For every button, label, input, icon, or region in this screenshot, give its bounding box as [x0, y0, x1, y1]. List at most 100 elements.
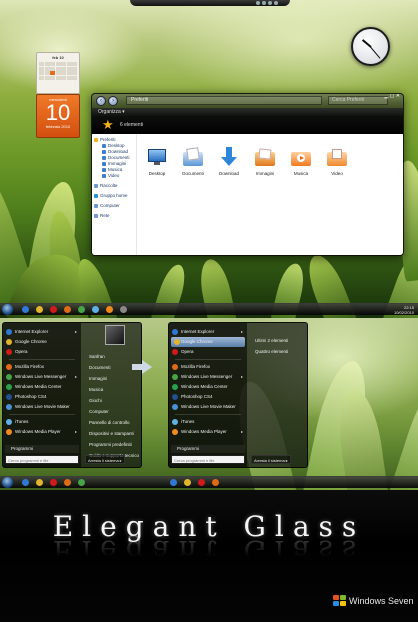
start-menu-item[interactable]: Windows Media Center: [169, 382, 247, 392]
opera-taskbar-icon[interactable]: [50, 306, 57, 313]
windows-seven-brand: Windows Seven: [349, 596, 414, 606]
start-orb-bottom[interactable]: [2, 477, 13, 488]
opera-taskbar-icon[interactable]: [50, 479, 57, 486]
all-programs-button[interactable]: Programmi: [5, 445, 79, 453]
start-menu-item[interactable]: Opera: [3, 347, 81, 357]
calendar-gadget[interactable]: feb 10 mercoledì 10 febbraio 2010: [36, 52, 80, 138]
folder-icon: [102, 155, 106, 160]
ie-taskbar-icon-2[interactable]: [170, 479, 177, 486]
start-menu-place[interactable]: Pannello di controllo: [83, 417, 143, 428]
start-menu-item[interactable]: Mozilla Firefox: [169, 362, 247, 372]
file-item[interactable]: Immagini: [250, 146, 280, 176]
explorer-taskbar-icon[interactable]: [120, 306, 127, 313]
nav-item[interactable]: Gruppo home: [94, 193, 134, 199]
start-orb[interactable]: [2, 304, 13, 315]
itunes-taskbar-icon[interactable]: [92, 306, 99, 313]
file-item[interactable]: Musica: [286, 146, 316, 176]
start-menu-item-label: Mozilla Firefox: [15, 364, 45, 369]
start-search-input[interactable]: Cerca programmi e file: [5, 455, 79, 464]
ie-taskbar-icon[interactable]: [22, 306, 29, 313]
messenger-taskbar-icon[interactable]: [78, 306, 85, 313]
start-menu-place[interactable]: Dispositivi e stampanti: [83, 428, 143, 439]
messenger-taskbar-icon[interactable]: [78, 479, 85, 486]
start-menu-place[interactable]: Musica: [83, 384, 143, 395]
start-menu-item-label: Windows Live Messenger: [181, 374, 233, 379]
start-menu-item-label: Google Chrome: [15, 339, 47, 344]
desktop-icon: [145, 146, 169, 168]
menu-separator: [9, 414, 75, 415]
start-menu-item-label: Photoshop CS4: [15, 394, 47, 399]
start-menu-item[interactable]: Windows Media Center: [3, 382, 81, 392]
file-item[interactable]: Download: [214, 146, 244, 176]
start-menu-place[interactable]: Computer: [83, 406, 143, 417]
chrome-taskbar-icon[interactable]: [36, 479, 43, 486]
clock-tray[interactable]: 22:15 10/02/2010: [394, 305, 414, 315]
file-item[interactable]: Desktop: [142, 146, 172, 176]
firefox-taskbar-icon[interactable]: [64, 306, 71, 313]
clock-gadget[interactable]: [351, 27, 390, 66]
start-menu-item[interactable]: Windows Live Movie Maker: [3, 402, 81, 412]
nav-item[interactable]: Raccolte: [94, 183, 134, 189]
start-menu-item[interactable]: Photoshop CS4: [3, 392, 81, 402]
start-menu-place[interactable]: Immagini: [83, 373, 143, 384]
start-menu-item[interactable]: Windows Live Movie Maker: [169, 402, 247, 412]
media-player-taskbar-icon[interactable]: [106, 306, 113, 313]
nav-item[interactable]: Rete: [94, 213, 134, 219]
nav-item-label: Computer: [100, 203, 120, 208]
organize-menu[interactable]: Organizza ▾: [98, 109, 125, 115]
window-controls[interactable]: ▁ ▢ ✕: [384, 94, 400, 99]
start-menu-item-label: Windows Media Player: [181, 429, 227, 434]
jumplist-item[interactable]: Ultimi 2 elementi: [249, 335, 309, 346]
file-item[interactable]: Documenti: [178, 146, 208, 176]
shutdown-button[interactable]: Arresta il sistema ▸: [85, 455, 125, 464]
ie-taskbar-icon[interactable]: [22, 479, 29, 486]
opera-taskbar-icon-2[interactable]: [198, 479, 205, 486]
chrome-taskbar-icon-2[interactable]: [184, 479, 191, 486]
start-menu-item-label: Mozilla Firefox: [181, 364, 211, 369]
start-menu-item[interactable]: Windows Live Messenger ▸: [3, 372, 81, 382]
forward-button[interactable]: ›: [108, 96, 118, 106]
address-bar[interactable]: Preferiti: [126, 96, 322, 105]
nav-item[interactable]: Video: [94, 173, 134, 179]
start-menu-item[interactable]: iTunes: [3, 417, 81, 427]
app-icon: [172, 419, 178, 425]
explorer-titlebar[interactable]: ‹ › Preferiti Cerca Preferiti ▁ ▢ ✕: [92, 94, 403, 108]
start-menu-item[interactable]: Windows Media Player ▸: [169, 427, 247, 437]
start-menu-item[interactable]: iTunes: [169, 417, 247, 427]
firefox-taskbar-icon[interactable]: [64, 479, 71, 486]
explorer-window[interactable]: ‹ › Preferiti Cerca Preferiti ▁ ▢ ✕ Orga…: [91, 93, 404, 256]
start-search-input-hover[interactable]: Cerca programmi e file: [171, 455, 245, 464]
nav-item-label: Immagini: [108, 161, 127, 166]
start-menu-item[interactable]: Google Chrome: [3, 337, 81, 347]
start-menu-place[interactable]: Programmi predefiniti: [83, 439, 143, 450]
start-menu-item[interactable]: Opera: [169, 347, 247, 357]
minimize-icon[interactable]: ▁: [384, 94, 388, 99]
pictures-icon: [253, 146, 277, 168]
file-item[interactable]: Video: [322, 146, 352, 176]
nav-item[interactable]: Computer: [94, 203, 134, 209]
start-menu-item[interactable]: Mozilla Firefox: [3, 362, 81, 372]
start-menu-item[interactable]: Internet Explorer ▸: [169, 327, 247, 337]
close-icon[interactable]: ✕: [396, 94, 400, 99]
folder-icon: [102, 173, 106, 178]
start-menu-item[interactable]: Photoshop CS4: [169, 392, 247, 402]
maximize-icon[interactable]: ▢: [390, 94, 395, 99]
all-programs-button-hover[interactable]: Programmi: [171, 445, 245, 453]
navigation-pane: Preferiti Desktop Download Documenti Immagin…: [92, 134, 137, 255]
app-icon: [6, 404, 12, 410]
chrome-taskbar-icon[interactable]: [36, 306, 43, 313]
user-picture[interactable]: [105, 325, 125, 345]
app-icon: [172, 429, 178, 435]
back-button[interactable]: ‹: [96, 96, 106, 106]
app-icon: [6, 384, 12, 390]
start-menu-item[interactable]: Internet Explorer ▸: [3, 327, 81, 337]
start-menu-item[interactable]: Google Chrome: [171, 337, 245, 347]
firefox-taskbar-icon-2[interactable]: [212, 479, 219, 486]
start-menu-place[interactable]: Giochi: [83, 395, 143, 406]
jumplist-item[interactable]: Quattro elementi: [249, 346, 309, 357]
start-menu-item[interactable]: Windows Live Messenger ▸: [169, 372, 247, 382]
start-menu-item[interactable]: Windows Media Player ▸: [3, 427, 81, 437]
search-input[interactable]: Cerca Preferiti: [328, 96, 388, 105]
submenu-arrow-icon: ▸: [74, 329, 77, 334]
shutdown-button-hover[interactable]: Arresta il sistema ▸: [251, 455, 291, 464]
